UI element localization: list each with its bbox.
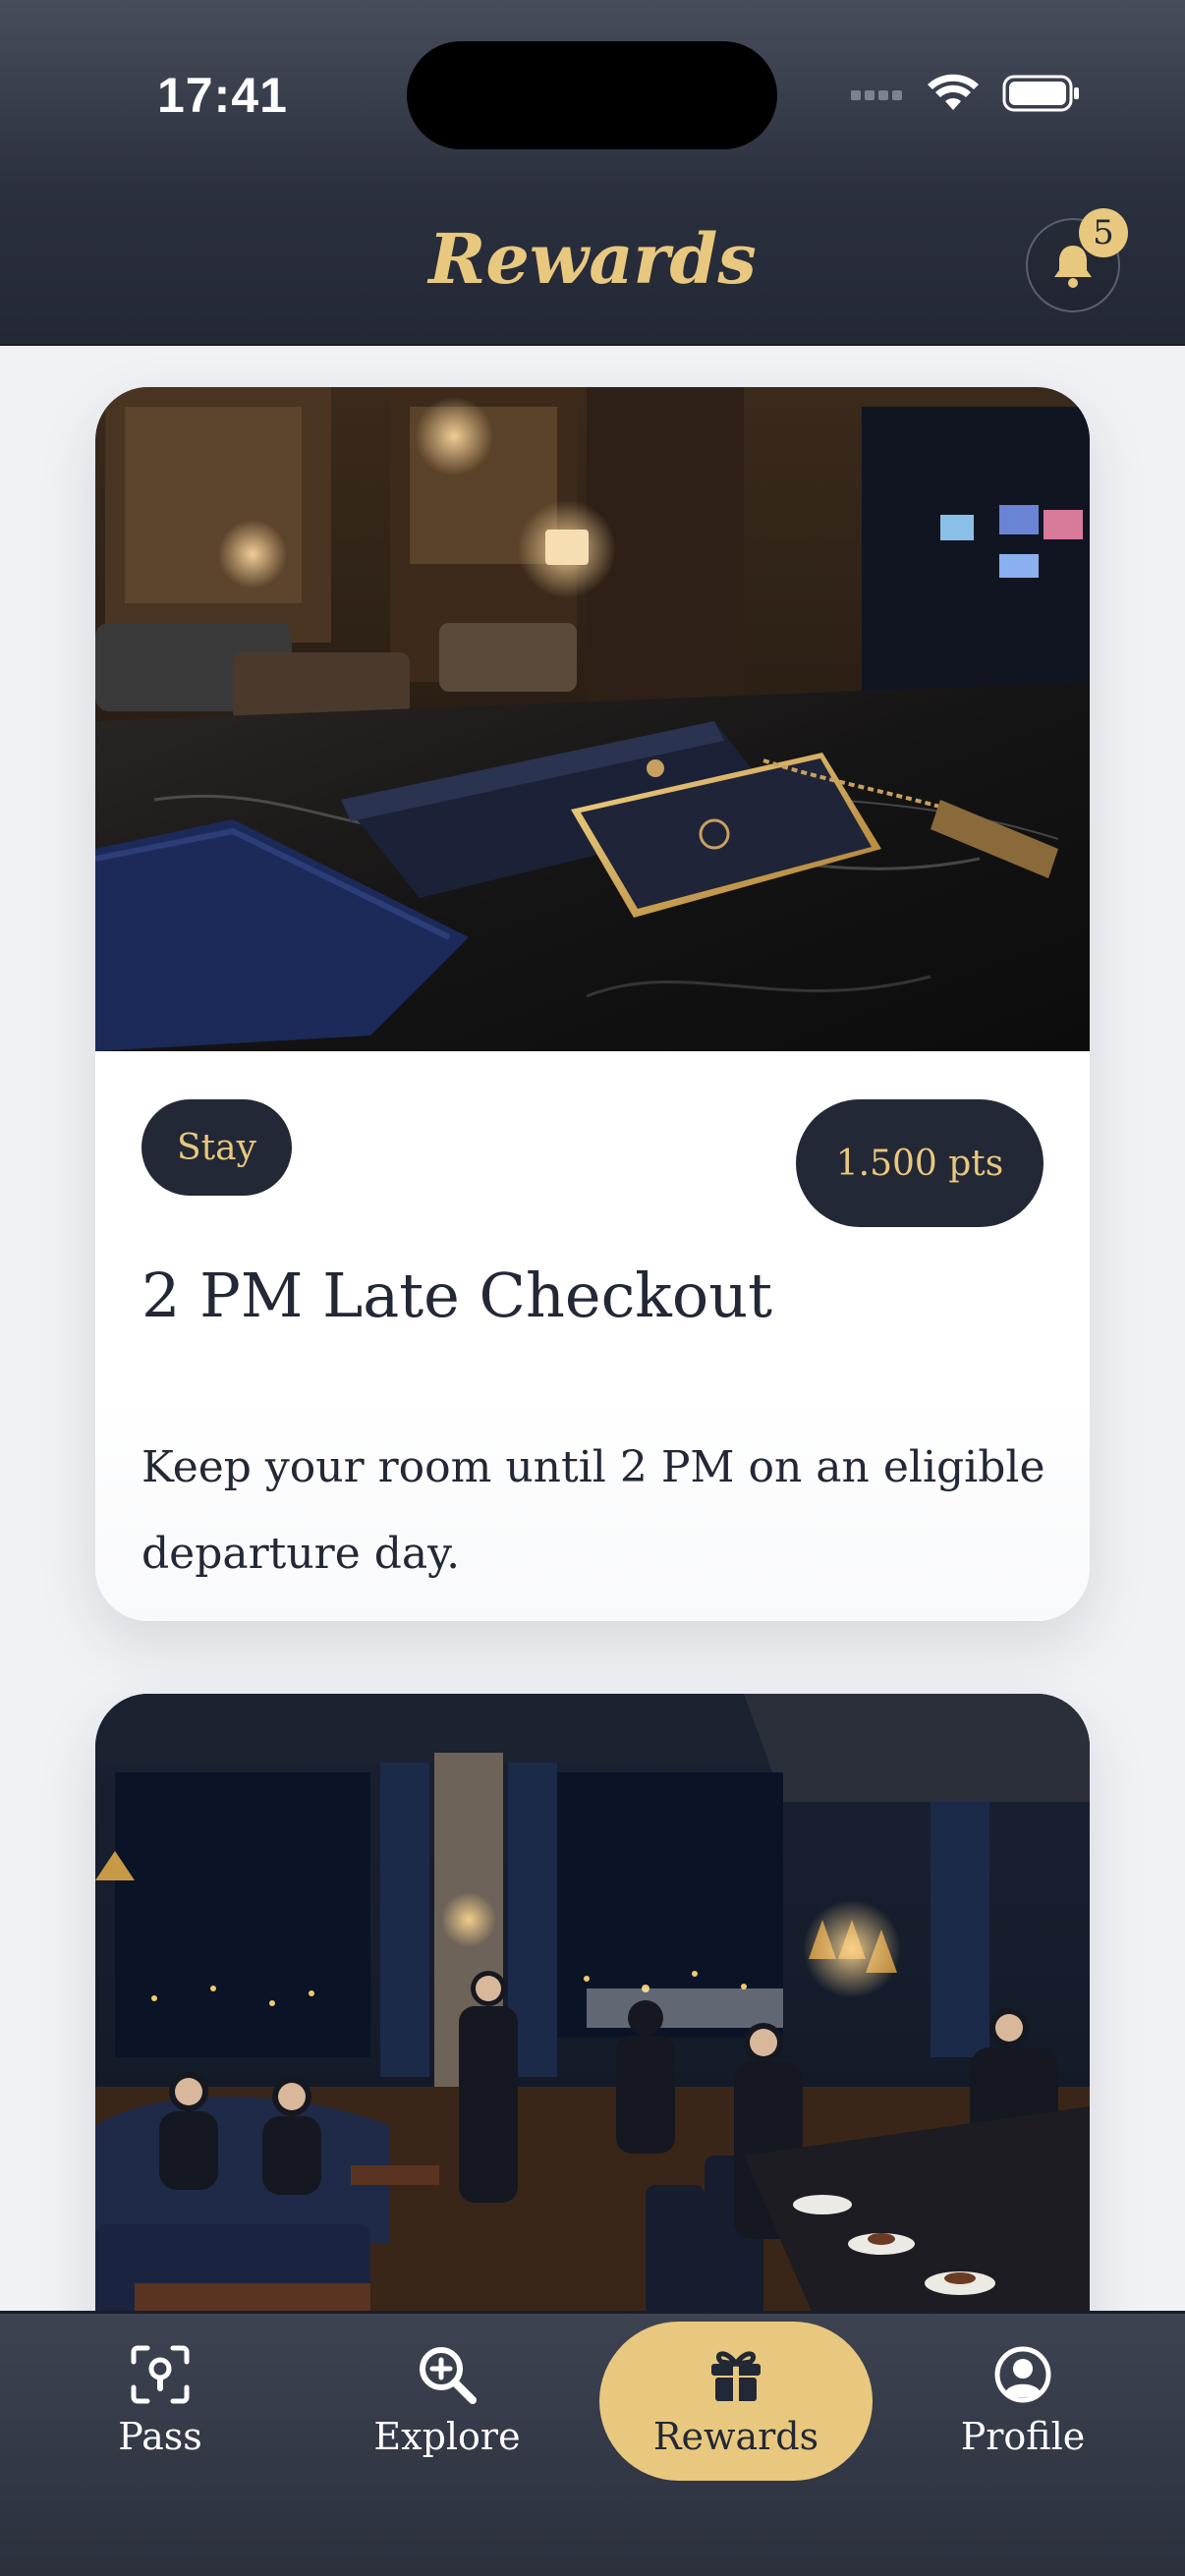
tab-pass-label: Pass bbox=[118, 2415, 202, 2458]
tab-profile-label: Profile bbox=[960, 2415, 1086, 2458]
explore-icon bbox=[420, 2347, 477, 2404]
pass-icon bbox=[131, 2345, 190, 2404]
reward-card-body: Stay 1.500 pts 2 PM Late Checkout Keep y… bbox=[95, 1051, 1090, 1621]
notification-badge: 5 bbox=[1079, 208, 1128, 257]
tab-explore[interactable]: Explore bbox=[324, 2322, 570, 2481]
battery-icon bbox=[1002, 75, 1079, 112]
tab-explore-label: Explore bbox=[373, 2415, 521, 2458]
reward-description: Keep your room until 2 PM on an eligible… bbox=[141, 1442, 1045, 1579]
tab-bar: Pass Explore Rewards Profile bbox=[0, 2311, 1185, 2576]
page-title: Rewards bbox=[428, 218, 757, 300]
tab-profile[interactable]: Profile bbox=[900, 2322, 1146, 2481]
profile-icon bbox=[994, 2346, 1051, 2403]
status-time: 17:41 bbox=[157, 68, 288, 123]
gift-icon bbox=[711, 2351, 761, 2401]
reward-image-restaurant bbox=[95, 1694, 1090, 2381]
reward-card[interactable] bbox=[95, 1694, 1090, 2381]
reward-card[interactable]: Stay 1.500 pts 2 PM Late Checkout Keep y… bbox=[95, 387, 1090, 1621]
tab-rewards[interactable]: Rewards bbox=[599, 2322, 873, 2481]
reward-points-badge: 1.500 pts bbox=[796, 1099, 1044, 1227]
app-header: 17:41 Rewards 5 bbox=[0, 0, 1185, 346]
tab-pass[interactable]: Pass bbox=[37, 2322, 283, 2481]
dynamic-island bbox=[407, 41, 777, 149]
wifi-icon bbox=[928, 74, 979, 110]
status-icons bbox=[851, 74, 1079, 112]
signal-icon bbox=[851, 90, 902, 100]
reward-image-lounge bbox=[95, 387, 1090, 1051]
reward-title: 2 PM Late Checkout bbox=[141, 1260, 773, 1331]
reward-category-tag: Stay bbox=[141, 1099, 292, 1196]
tab-rewards-label: Rewards bbox=[652, 2415, 819, 2458]
